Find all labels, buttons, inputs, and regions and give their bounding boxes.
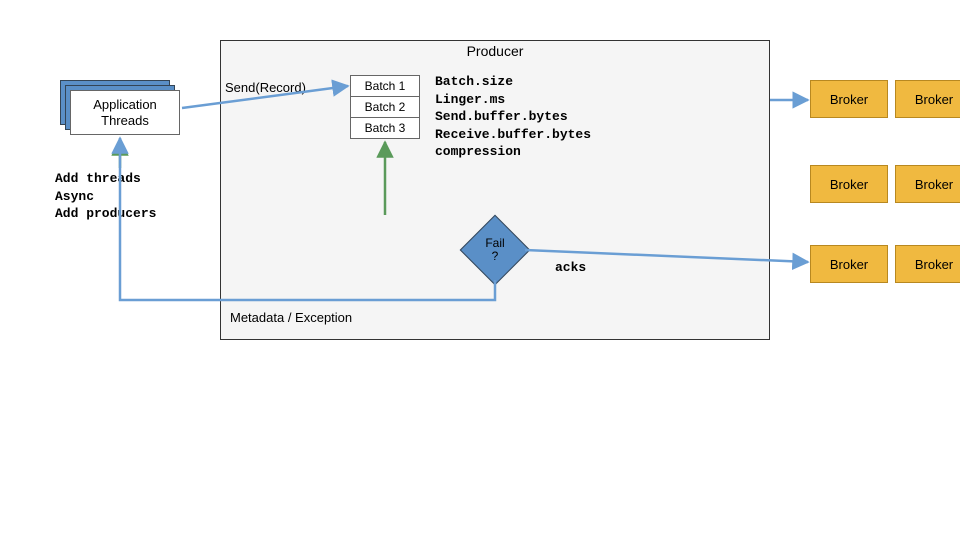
stack-card-front: Application Threads xyxy=(70,90,180,135)
batch-list: Batch 1 Batch 2 Batch 3 xyxy=(350,75,420,138)
batch-item: Batch 1 xyxy=(350,75,420,97)
application-threads-label: Application Threads xyxy=(93,97,157,128)
acks-label: acks xyxy=(555,260,586,275)
producer-title: Producer xyxy=(221,41,769,65)
batch-item: Batch 3 xyxy=(350,117,420,139)
thread-hints: Add threads Async Add producers xyxy=(55,170,156,223)
hint-line: Add threads xyxy=(55,170,156,188)
fail-decision: Fail ? xyxy=(470,225,520,275)
broker-box: Broker xyxy=(810,245,888,283)
config-line: compression xyxy=(435,143,591,161)
broker-box: Broker xyxy=(895,80,960,118)
config-line: Send.buffer.bytes xyxy=(435,108,591,126)
config-line: Linger.ms xyxy=(435,91,591,109)
producer-config-list: Batch.size Linger.ms Send.buffer.bytes R… xyxy=(435,73,591,161)
broker-box: Broker xyxy=(810,165,888,203)
fail-label: Fail ? xyxy=(470,225,520,275)
broker-box: Broker xyxy=(810,80,888,118)
config-line: Batch.size xyxy=(435,73,591,91)
broker-box: Broker xyxy=(895,245,960,283)
hint-line: Add producers xyxy=(55,205,156,223)
metadata-exception-label: Metadata / Exception xyxy=(230,310,352,325)
send-record-label: Send(Record) xyxy=(225,80,306,95)
broker-box: Broker xyxy=(895,165,960,203)
application-threads-stack: Application Threads xyxy=(60,80,180,135)
batch-item: Batch 2 xyxy=(350,96,420,118)
hint-line: Async xyxy=(55,188,156,206)
config-line: Receive.buffer.bytes xyxy=(435,126,591,144)
